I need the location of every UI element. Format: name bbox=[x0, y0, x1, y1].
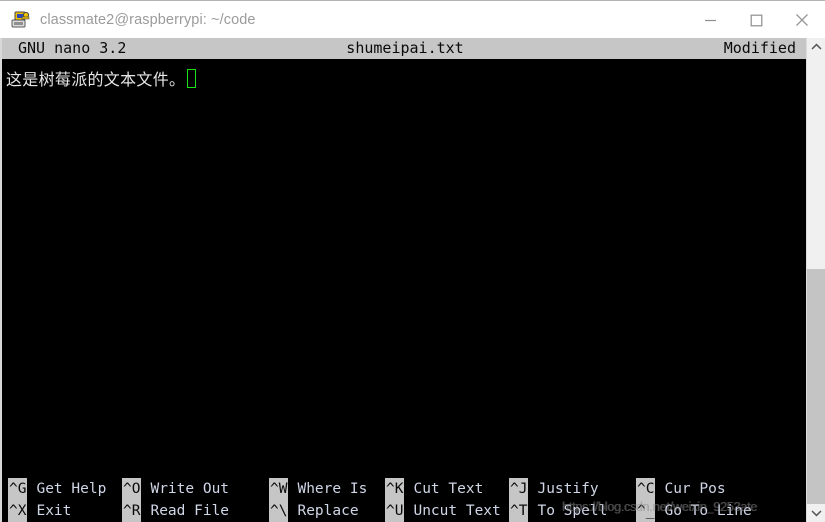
shortcut-label: Write Out bbox=[150, 481, 230, 497]
shortcut-label: To Spell bbox=[537, 503, 608, 519]
chevron-down-icon bbox=[810, 510, 822, 517]
shortcut-key: ^_ bbox=[636, 500, 656, 522]
close-button[interactable] bbox=[779, 2, 825, 38]
shortcut-label: Go To Line bbox=[664, 503, 752, 519]
shortcut-item[interactable]: ^G Get Help bbox=[8, 478, 106, 500]
shortcut-item[interactable]: ^W Where Is bbox=[269, 478, 367, 500]
shortcut-key: ^O bbox=[122, 478, 142, 500]
window-titlebar[interactable]: classmate2@raspberrypi: ~/code bbox=[0, 2, 825, 38]
shortcut-key: ^R bbox=[122, 500, 142, 522]
window-controls bbox=[687, 2, 825, 38]
shortcut-row-1: ^G Get Help ^O Write Out ^W Where Is ^K Cut Tex… bbox=[2, 478, 808, 500]
shortcut-label: Replace bbox=[297, 503, 359, 519]
shortcut-label: Where Is bbox=[297, 481, 368, 497]
shortcut-key: ^X bbox=[8, 500, 28, 522]
maximize-button[interactable] bbox=[733, 2, 779, 38]
shortcut-label: Cut Text bbox=[413, 481, 484, 497]
putty-terminal-icon bbox=[10, 9, 32, 31]
shortcut-key: ^\ bbox=[269, 500, 289, 522]
editor-line-text: 这是树莓派的文本文件。 bbox=[6, 70, 186, 89]
shortcut-label: Read File bbox=[150, 503, 230, 519]
nano-editor-area[interactable]: 这是树莓派的文本文件。 bbox=[2, 59, 808, 478]
nano-filename: shumeipai.txt bbox=[346, 39, 464, 57]
shortcut-item[interactable]: ^T To Spell bbox=[509, 500, 607, 522]
shortcut-key: ^G bbox=[8, 478, 28, 500]
chevron-up-icon bbox=[810, 43, 822, 50]
nano-header-bar: GNU nano 3.2 shumeipai.txt Modified bbox=[2, 38, 808, 59]
window-title: classmate2@raspberrypi: ~/code bbox=[40, 12, 256, 28]
shortcut-item[interactable]: ^R Read File bbox=[122, 500, 229, 522]
shortcut-item[interactable]: ^U Uncut Text bbox=[385, 500, 501, 522]
terminal-window: classmate2@raspberrypi: ~/code GNU nano … bbox=[0, 0, 825, 522]
shortcut-key: ^J bbox=[509, 478, 529, 500]
shortcut-item[interactable]: ^X Exit bbox=[8, 500, 71, 522]
scroll-down-button[interactable] bbox=[807, 504, 825, 522]
nano-modified-state: Modified bbox=[723, 39, 796, 57]
shortcut-item[interactable]: ^K Cut Text bbox=[385, 478, 483, 500]
scrollbar-thumb[interactable] bbox=[807, 269, 825, 504]
vertical-scrollbar[interactable] bbox=[806, 38, 825, 522]
minimize-icon bbox=[704, 19, 716, 21]
shortcut-row-2: ^X Exit ^R Read File ^\ Replace ^U Uncut Text ^T… bbox=[2, 500, 808, 522]
shortcut-item[interactable]: ^C Cur Pos bbox=[636, 478, 726, 500]
minimize-button[interactable] bbox=[687, 2, 733, 38]
shortcut-item[interactable]: ^_ Go To Line bbox=[636, 500, 752, 522]
terminal-body[interactable]: GNU nano 3.2 shumeipai.txt Modified 这是树莓… bbox=[0, 38, 825, 522]
shortcut-key: ^W bbox=[269, 478, 289, 500]
nano-shortcut-bar: ^G Get Help ^O Write Out ^W Where Is ^K Cut Tex… bbox=[2, 478, 808, 522]
shortcut-key: ^K bbox=[385, 478, 405, 500]
shortcut-label: Exit bbox=[36, 503, 72, 519]
close-icon bbox=[796, 14, 808, 26]
shortcut-key: ^C bbox=[636, 478, 656, 500]
scroll-up-button[interactable] bbox=[807, 38, 825, 56]
shortcut-item[interactable]: ^O Write Out bbox=[122, 478, 229, 500]
shortcut-item[interactable]: ^J Justify bbox=[509, 478, 599, 500]
shortcut-label: Get Help bbox=[36, 481, 107, 497]
shortcut-label: Uncut Text bbox=[413, 503, 501, 519]
shortcut-label: Cur Pos bbox=[664, 481, 726, 497]
shortcut-key: ^U bbox=[385, 500, 405, 522]
shortcut-key: ^T bbox=[509, 500, 529, 522]
text-cursor bbox=[187, 68, 197, 88]
shortcut-label: Justify bbox=[537, 481, 599, 497]
shortcut-item[interactable]: ^\ Replace bbox=[269, 500, 359, 522]
editor-line-1: 这是树莓派的文本文件。 bbox=[6, 66, 808, 90]
maximize-icon bbox=[750, 14, 762, 26]
